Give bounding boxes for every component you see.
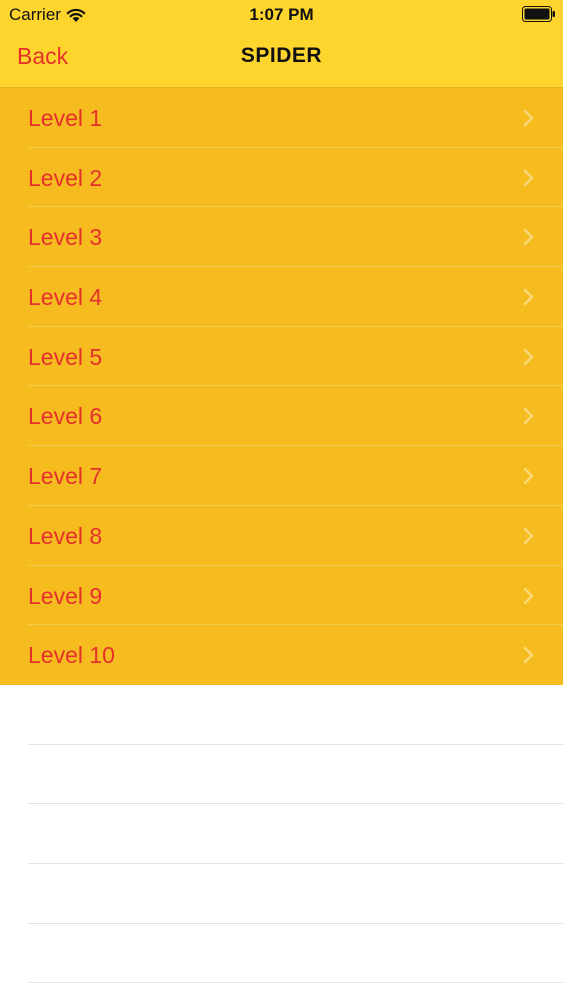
row-divider (28, 803, 563, 804)
chevron-right-icon (523, 348, 534, 365)
row-divider (28, 863, 563, 864)
navigation-bar: Back SPIDER (0, 30, 563, 88)
level-row-1[interactable]: Level 1 (0, 88, 563, 148)
chevron-right-icon (523, 408, 534, 425)
level-label: Level 9 (28, 582, 103, 609)
chevron-right-icon (523, 467, 534, 485)
chevron-right-icon (523, 229, 534, 246)
level-label: Level 8 (28, 522, 103, 549)
level-label: Level 10 (28, 642, 115, 669)
chevron-right-icon (523, 288, 534, 306)
row-divider (28, 982, 563, 983)
level-label: Level 7 (28, 463, 103, 490)
row-divider (28, 923, 563, 924)
header: Carrier 1:07 PM Back SPIDER (0, 0, 563, 88)
level-label: Level 6 (28, 403, 103, 430)
battery-full-icon (522, 6, 555, 22)
chevron-right-icon (523, 169, 534, 186)
level-label: Level 1 (28, 105, 103, 131)
level-row-7[interactable]: Level 7 (0, 446, 563, 506)
chevron-right-icon (523, 646, 534, 664)
level-label: Level 5 (28, 343, 103, 370)
level-label: Level 3 (28, 224, 103, 251)
level-list: Level 1 Level 2 Level 3 Level 4 Level 5 (0, 88, 563, 685)
status-bar: Carrier 1:07 PM (0, 0, 563, 30)
chevron-right-icon (523, 527, 534, 545)
level-row-2[interactable]: Level 2 (0, 148, 563, 208)
page-title: SPIDER (240, 44, 323, 67)
level-label: Level 2 (28, 164, 103, 191)
empty-table-area (0, 685, 563, 1000)
chevron-right-icon (523, 109, 534, 127)
level-row-3[interactable]: Level 3 (0, 207, 563, 268)
level-row-6[interactable]: Level 6 (0, 386, 563, 447)
level-row-10[interactable]: Level 10 (0, 625, 563, 685)
level-row-9[interactable]: Level 9 (0, 566, 563, 626)
level-row-8[interactable]: Level 8 (0, 506, 563, 566)
level-label: Level 4 (28, 284, 103, 311)
row-divider (28, 744, 563, 745)
chevron-right-icon (523, 587, 534, 604)
level-row-5[interactable]: Level 5 (0, 327, 563, 387)
level-row-4[interactable]: Level 4 (0, 267, 563, 327)
status-time: 1:07 PM (249, 5, 314, 24)
